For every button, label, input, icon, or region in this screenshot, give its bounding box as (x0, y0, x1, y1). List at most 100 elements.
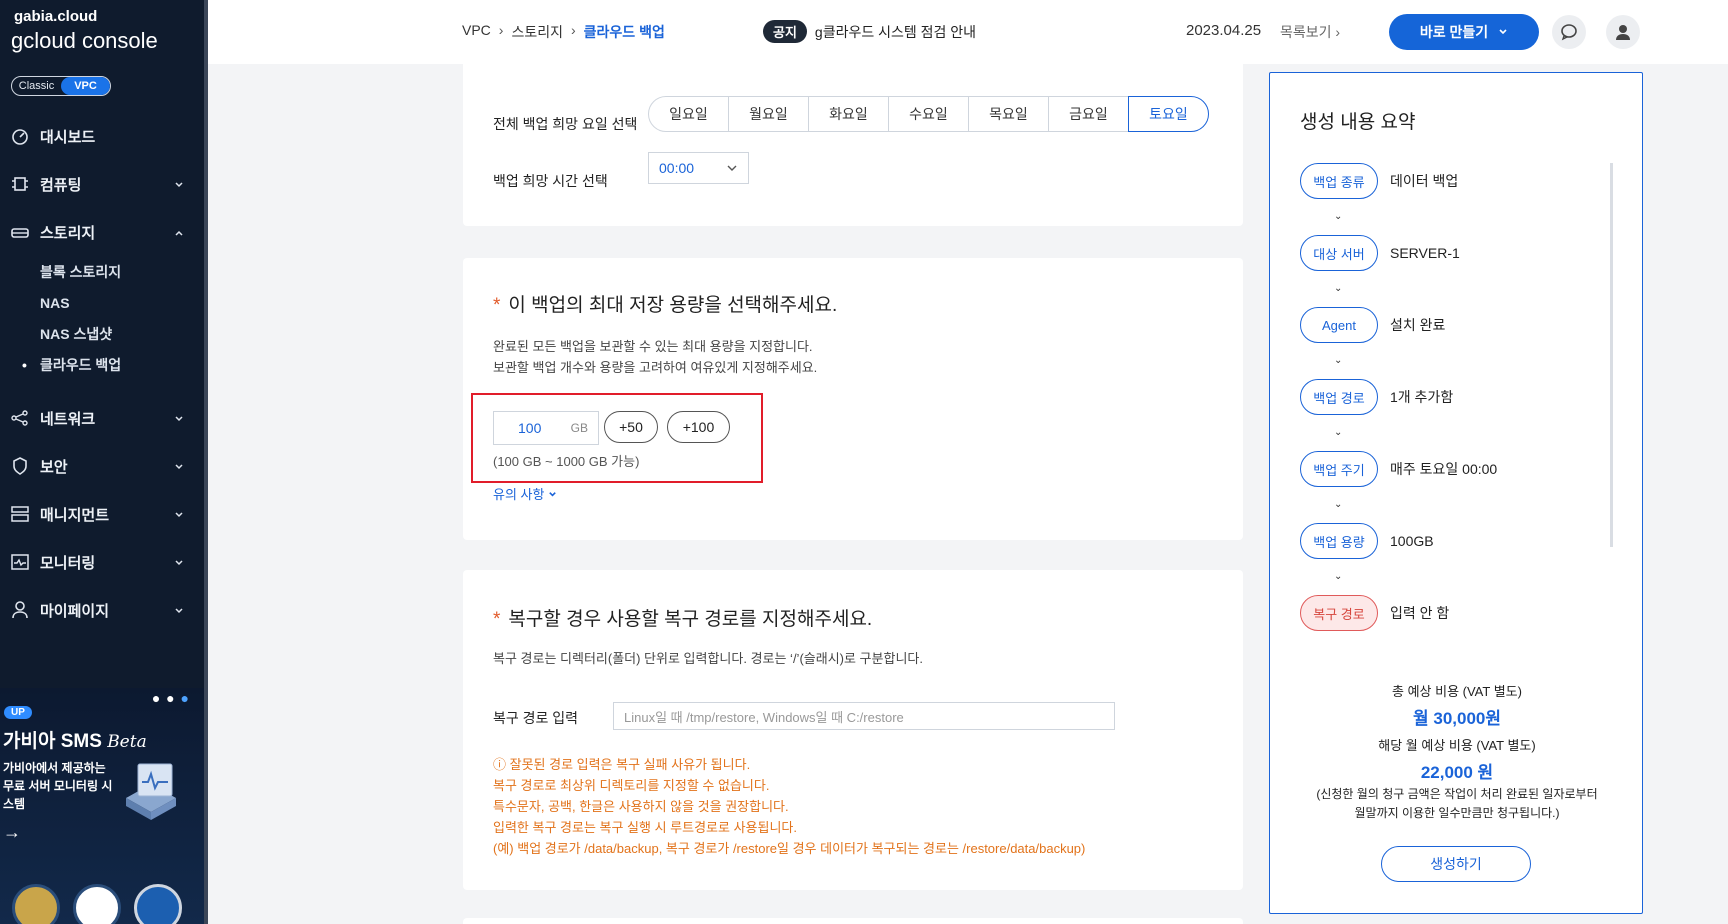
nav-computing-label: 컴퓨팅 (40, 176, 82, 194)
restore-path-input[interactable]: Linux일 때 /tmp/restore, Windows일 때 C:/res… (613, 702, 1115, 730)
summary-step[interactable]: 대상 서버 SERVER-1 (1300, 235, 1460, 271)
day-fri[interactable]: 금요일 (1048, 96, 1129, 132)
chevron-down-icon: ⌄ (1334, 211, 1343, 222)
summary-step[interactable]: 백업 경로 1개 추가함 (1300, 379, 1453, 415)
required-mark: * (493, 609, 501, 630)
month-cost: 해당 월 예상 비용 (VAT 별도) 22,000 원 (신청한 월의 청구 … (1270, 735, 1644, 823)
time-select[interactable]: 00:00 (648, 152, 749, 184)
summary-scrollbar[interactable] (1610, 163, 1613, 547)
chevron-down-icon (174, 177, 184, 194)
chevron-down-icon: ⌄ (1334, 355, 1343, 366)
chat-button[interactable] (1552, 15, 1586, 49)
nav-monitoring[interactable]: 모니터링 (0, 538, 204, 586)
certification-badges (0, 884, 204, 924)
notice-tag: 공지 (763, 20, 807, 43)
nav-monitoring-label: 모니터링 (40, 554, 96, 572)
nav-dashboard-label: 대시보드 (40, 128, 96, 146)
step-label[interactable]: 대상 서버 (1300, 235, 1378, 271)
mode-classic[interactable]: Classic (12, 77, 61, 95)
total-cost: 총 예상 비용 (VAT 별도) 월 30,000원 (1270, 681, 1644, 729)
promo-badge: UP (4, 706, 32, 719)
day-tue[interactable]: 화요일 (808, 96, 889, 132)
nav-dashboard[interactable]: 대시보드 (0, 112, 204, 160)
award-badge-icon (12, 884, 60, 924)
required-mark: * (493, 295, 501, 316)
day-thu[interactable]: 목요일 (968, 96, 1049, 132)
summary-step[interactable]: 백업 주기 매주 토요일 00:00 (1300, 451, 1497, 487)
nav-management-label: 매니지먼트 (40, 506, 110, 524)
step-label[interactable]: 백업 종류 (1300, 163, 1378, 199)
warning-line: ⓘ 잘못된 경로 입력은 복구 실패 사유가 됩니다. (493, 757, 751, 772)
restore-desc: 복구 경로는 디렉터리(폴더) 단위로 입력합니다. 경로는 ‘/’(슬래시)로… (493, 651, 923, 666)
chevron-down-icon (174, 555, 184, 572)
notice-date: 2023.04.25 (1186, 22, 1262, 39)
notice-banner[interactable]: 공지 g클라우드 시스템 점검 안내 (763, 20, 976, 43)
list-link[interactable]: 목록보기 › (1280, 22, 1340, 42)
day-selector: 일요일 월요일 화요일 수요일 목요일 금요일 토요일 (648, 96, 1209, 132)
user-icon (1616, 25, 1630, 40)
mode-vpc[interactable]: VPC (61, 77, 110, 95)
breadcrumb-storage[interactable]: 스토리지 (511, 22, 563, 42)
chevron-down-icon: ⌄ (1334, 499, 1343, 510)
monitor-icon (10, 552, 30, 572)
nav-mypage[interactable]: 마이페이지 (0, 586, 204, 634)
summary-step[interactable]: 백업 용량 100GB (1300, 523, 1434, 559)
sidebar-scrollbar[interactable] (204, 0, 208, 924)
step-label[interactable]: 복구 경로 (1300, 595, 1378, 631)
add-100-button[interactable]: +100 (667, 411, 730, 443)
user-icon (10, 600, 30, 620)
total-cost-label: 총 예상 비용 (VAT 별도) (1392, 684, 1522, 699)
add-50-button[interactable]: +50 (604, 411, 658, 443)
sub-cloud-backup[interactable]: 클라우드 백업 (0, 349, 204, 380)
breadcrumb-separator-icon: › (571, 22, 576, 38)
brand-small-logo[interactable]: gabia.cloud (14, 8, 97, 25)
profile-button[interactable] (1606, 15, 1640, 49)
server-monitor-illustration (126, 763, 176, 820)
network-icon (10, 408, 30, 428)
mode-toggle[interactable]: Classic VPC (11, 76, 111, 96)
nav-management[interactable]: 매니지먼트 (0, 490, 204, 538)
step-value: 입력 안 함 (1390, 605, 1450, 621)
caution-link[interactable]: 유의 사항 (493, 484, 557, 503)
nav-security[interactable]: 보안 (0, 442, 204, 490)
breadcrumb-vpc[interactable]: VPC (462, 22, 491, 42)
day-wed[interactable]: 수요일 (888, 96, 969, 132)
step-value: 설치 완료 (1390, 317, 1446, 333)
step-value: 100GB (1390, 533, 1434, 549)
nav-security-label: 보안 (40, 458, 68, 476)
summary-step-error[interactable]: 복구 경로 입력 안 함 (1300, 595, 1449, 631)
step-label[interactable]: 백업 주기 (1300, 451, 1378, 487)
day-sun[interactable]: 일요일 (648, 96, 729, 132)
carousel-dots[interactable]: ● ● ● (152, 690, 190, 706)
warning-line: 복구 경로로 최상위 디렉토리를 지정할 수 없습니다. (493, 778, 770, 793)
day-sat[interactable]: 토요일 (1128, 96, 1209, 132)
nav-storage-label: 스토리지 (40, 224, 96, 242)
restore-title: * 복구할 경우 사용할 복구 경로를 지정해주세요. (493, 609, 873, 630)
sidebar: gabia.cloud gcloud console Classic VPC 대… (0, 0, 208, 924)
create-button[interactable]: 생성하기 (1381, 846, 1531, 882)
nav-network[interactable]: 네트워크 (0, 394, 204, 442)
step-label[interactable]: 백업 경로 (1300, 379, 1378, 415)
notice-text[interactable]: g클라우드 시스템 점검 안내 (815, 22, 976, 42)
step-label[interactable]: Agent (1300, 307, 1378, 343)
sub-nas-snapshot[interactable]: NAS 스냅샷 (0, 318, 204, 349)
nav-storage[interactable]: 스토리지 (0, 208, 204, 256)
nav-computing[interactable]: 컴퓨팅 (0, 160, 204, 208)
sub-block-storage[interactable]: 블록 스토리지 (0, 256, 204, 287)
time-select-value: 00:00 (659, 160, 695, 176)
month-cost-value: 22,000 원 (1420, 763, 1494, 782)
capacity-input[interactable]: 100 GB (493, 411, 599, 445)
day-mon[interactable]: 월요일 (728, 96, 809, 132)
brand-logo[interactable]: gcloud console (11, 28, 158, 54)
create-now-button[interactable]: 바로 만들기 (1389, 14, 1539, 50)
arrow-right-icon[interactable]: → (3, 822, 21, 843)
summary-step[interactable]: Agent 설치 완료 (1300, 307, 1445, 343)
chevron-down-icon (174, 507, 184, 524)
capacity-unit: GB (570, 421, 588, 435)
summary-step[interactable]: 백업 종류 데이터 백업 (1300, 163, 1458, 199)
chevron-down-icon (1499, 29, 1507, 35)
capacity-value: 100 (518, 420, 542, 436)
sub-nas[interactable]: NAS (0, 287, 204, 318)
csap-badge-icon (134, 884, 182, 924)
step-label[interactable]: 백업 용량 (1300, 523, 1378, 559)
